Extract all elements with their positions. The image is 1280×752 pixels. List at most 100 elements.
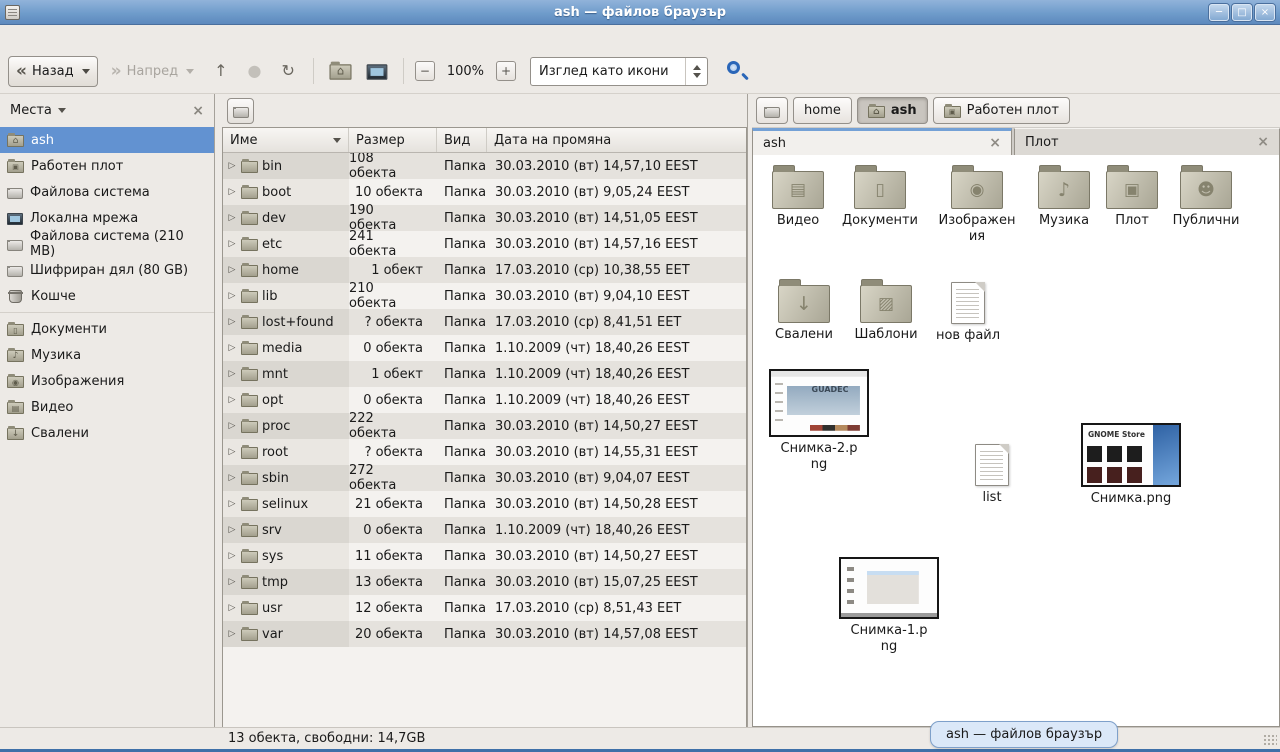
tab-close-icon[interactable]: × [989,135,1001,151]
sidebar-selector-chevron-icon[interactable] [58,108,66,113]
expander-icon[interactable]: ▷ [227,317,237,327]
back-history-chevron-icon[interactable] [82,69,90,74]
sidebar-item[interactable]: Файлова система [0,179,214,205]
file-icon-item[interactable]: Снимка-1.png [833,557,945,654]
taskbar-window-button[interactable]: ash — файлов браузър [930,721,1118,748]
expander-icon[interactable]: ▷ [227,343,237,353]
table-row[interactable]: ▷ home 1 обект Папка 17.03.2010 (ср) 10,… [223,257,746,283]
expander-icon[interactable]: ▷ [227,395,237,405]
file-icon-item[interactable]: Видео [761,163,835,229]
pathbar-home-button[interactable]: home [793,97,852,124]
file-icon-item[interactable]: Свалени [765,277,843,343]
resize-grip[interactable] [1263,734,1277,746]
expander-icon[interactable]: ▷ [227,421,237,431]
table-row[interactable]: ▷ sys 11 обекта Папка 30.03.2010 (вт) 14… [223,543,746,569]
expander-icon[interactable]: ▷ [227,369,237,379]
table-row[interactable]: ▷ selinux 21 обекта Папка 30.03.2010 (вт… [223,491,746,517]
file-icon-item[interactable]: Снимка.png [1075,423,1187,507]
back-button[interactable]: « Назад [8,56,98,87]
icon-view-canvas[interactable]: Видео Документи Изображения Музика Плот [752,155,1280,727]
file-icon-item[interactable]: нов файл [929,277,1007,344]
expander-icon[interactable]: ▷ [227,499,237,509]
forward-button[interactable]: » Напред [104,56,201,87]
sidebar-item[interactable]: Документи [0,316,214,342]
file-icon-item[interactable]: Документи [835,163,925,229]
table-row[interactable]: ▷ proc 222 обекта Папка 30.03.2010 (вт) … [223,413,746,439]
pathbar-ash-button[interactable]: ash [857,97,928,124]
tree-root-button[interactable] [227,98,254,124]
table-row[interactable]: ▷ lost+found ? обекта Папка 17.03.2010 (… [223,309,746,335]
zoom-in-button[interactable]: + [496,61,516,81]
table-row[interactable]: ▷ bin 108 обекта Папка 30.03.2010 (вт) 1… [223,153,746,179]
sidebar-close-button[interactable]: × [192,103,204,119]
table-row[interactable]: ▷ media 0 обекта Папка 1.10.2009 (чт) 18… [223,335,746,361]
pathbar-root-button[interactable] [756,97,788,124]
search-button[interactable] [724,58,750,84]
expander-icon[interactable]: ▷ [227,525,237,535]
titlebar[interactable]: ash — файлов браузър ─ □ × [0,0,1280,25]
file-icon-item[interactable]: Музика [1027,163,1101,229]
sidebar-item[interactable]: Музика [0,342,214,368]
computer-button[interactable] [362,56,392,87]
table-row[interactable]: ▷ etc 241 обекта Папка 30.03.2010 (вт) 1… [223,231,746,257]
table-row[interactable]: ▷ opt 0 обекта Папка 1.10.2009 (чт) 18,4… [223,387,746,413]
expander-icon[interactable]: ▷ [227,603,237,613]
table-row[interactable]: ▷ sbin 272 обекта Папка 30.03.2010 (вт) … [223,465,746,491]
sidebar-item[interactable]: ash [0,127,214,153]
home-button[interactable] [325,56,356,87]
expander-icon[interactable]: ▷ [227,239,237,249]
table-row[interactable]: ▷ tmp 13 обекта Папка 30.03.2010 (вт) 15… [223,569,746,595]
sidebar-item[interactable]: Файлова система (210 MB) [0,231,214,257]
expander-icon[interactable]: ▷ [227,265,237,275]
column-header-type[interactable]: Вид [437,128,487,152]
pane-splitter[interactable] [215,94,222,727]
expander-icon[interactable]: ▷ [227,447,237,457]
combo-spinner[interactable] [685,58,707,85]
minimize-button[interactable]: ─ [1209,4,1229,21]
expander-icon[interactable]: ▷ [227,577,237,587]
table-row[interactable]: ▷ dev 190 обекта Папка 30.03.2010 (вт) 1… [223,205,746,231]
file-icon-item[interactable]: Плот [1101,163,1163,229]
table-row[interactable]: ▷ mnt 1 обект Папка 1.10.2009 (чт) 18,40… [223,361,746,387]
table-row[interactable]: ▷ var 20 обекта Папка 30.03.2010 (вт) 14… [223,621,746,647]
table-row[interactable]: ▷ usr 12 обекта Папка 17.03.2010 (ср) 8,… [223,595,746,621]
table-row[interactable]: ▷ root ? обекта Папка 30.03.2010 (вт) 14… [223,439,746,465]
up-button[interactable]: ↑ [207,56,234,87]
tab-close-icon[interactable]: × [1257,134,1269,150]
sidebar-item[interactable]: Локална мрежа [0,205,214,231]
pathbar-desktop-button[interactable]: Работен плот [933,97,1070,124]
file-icon-item[interactable]: Снимка-2.png [766,369,872,472]
sidebar-item[interactable]: Работен плот [0,153,214,179]
expander-icon[interactable]: ▷ [227,551,237,561]
tab-plot[interactable]: Плот × [1014,128,1280,155]
table-row[interactable]: ▷ srv 0 обекта Папка 1.10.2009 (чт) 18,4… [223,517,746,543]
file-icon-item[interactable]: Публични [1165,163,1247,229]
file-icon-item[interactable]: list [959,439,1025,506]
sidebar-item[interactable]: Шифриран дял (80 GB) [0,257,214,283]
expander-icon[interactable]: ▷ [227,213,237,223]
expander-icon[interactable]: ▷ [227,473,237,483]
sidebar-item[interactable]: Кошче [0,283,214,309]
table-row[interactable]: ▷ boot 10 обекта Папка 30.03.2010 (вт) 9… [223,179,746,205]
file-icon-item[interactable]: Изображения [931,163,1023,244]
expander-icon[interactable]: ▷ [227,629,237,639]
close-button[interactable]: × [1255,4,1275,21]
maximize-button[interactable]: □ [1232,4,1252,21]
sidebar-title[interactable]: Места [10,103,52,118]
tab-ash[interactable]: ash × [752,128,1012,155]
sidebar-item[interactable]: Изображения [0,368,214,394]
zoom-out-button[interactable]: − [415,61,435,81]
column-header-name[interactable]: Име [223,128,349,152]
expander-icon[interactable]: ▷ [227,161,237,171]
file-icon-item[interactable]: Шаблони [845,277,927,343]
column-header-date[interactable]: Дата на промяна [487,128,746,152]
expander-icon[interactable]: ▷ [227,291,237,301]
stop-button[interactable]: ● [240,56,268,87]
column-header-size[interactable]: Размер [349,128,437,152]
sidebar-item[interactable]: Видео [0,394,214,420]
expander-icon[interactable]: ▷ [227,187,237,197]
table-row[interactable]: ▷ lib 210 обекта Папка 30.03.2010 (вт) 9… [223,283,746,309]
view-mode-combobox[interactable]: Изглед като икони [530,57,708,86]
sidebar-item[interactable]: Свалени [0,420,214,446]
reload-button[interactable]: ↻ [274,56,301,87]
